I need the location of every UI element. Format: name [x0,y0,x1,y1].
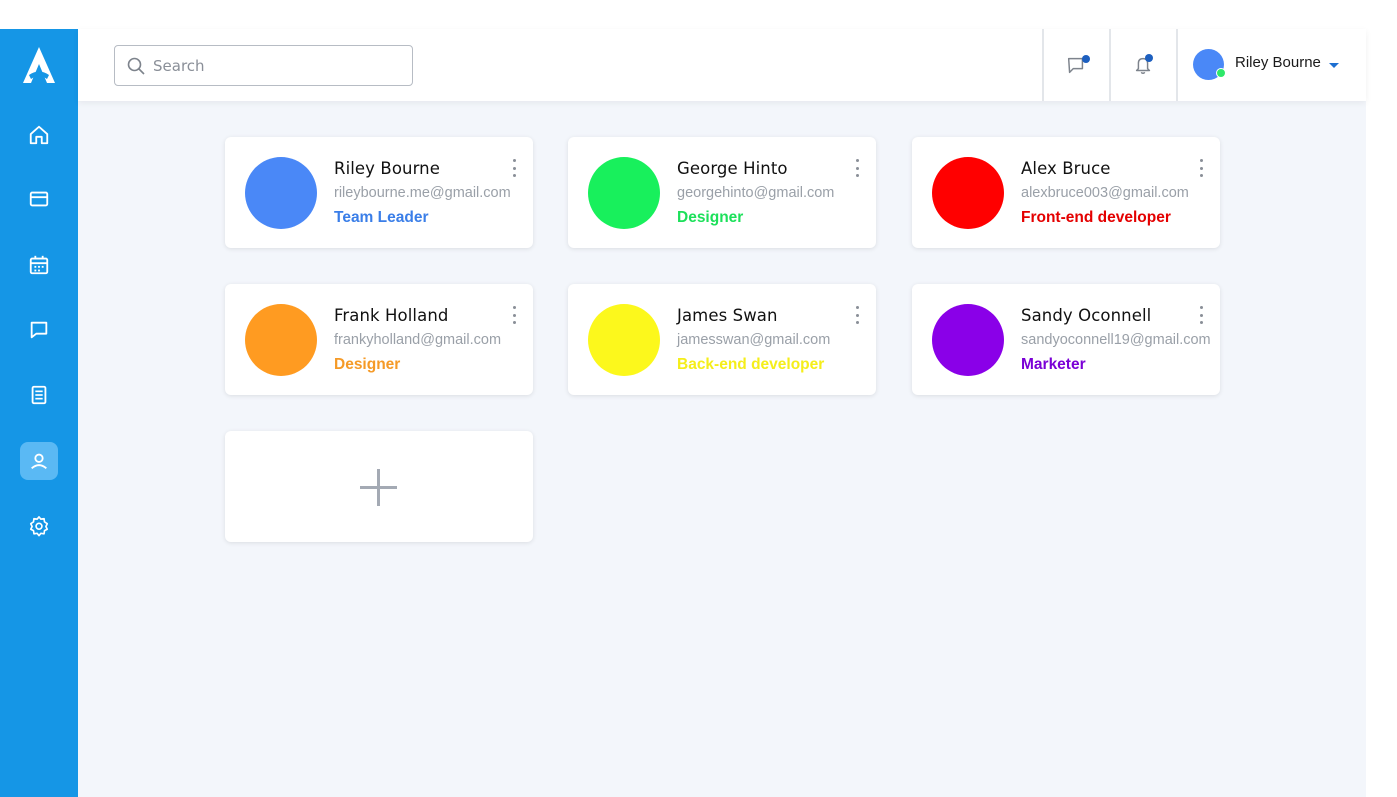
online-status-dot [1216,68,1226,78]
sidebar-item-documents[interactable] [20,376,58,414]
member-email: georgehinto@gmail.com [677,185,835,201]
member-avatar [932,304,1004,376]
member-avatar [245,157,317,229]
member-role: Marketer [1021,356,1086,373]
team-card[interactable]: James Swan jamesswan@gmail.com Back-end … [568,284,876,395]
member-name: Sandy Oconnell [1021,306,1152,325]
member-role: Back-end developer [677,356,825,373]
member-role: Front-end developer [1021,209,1171,226]
top-bar: Riley Bourne [78,29,1366,101]
messages-button[interactable] [1042,29,1108,101]
sidebar-item-billing[interactable] [20,180,58,218]
document-icon [31,385,47,405]
user-name: Riley Bourne [1235,54,1321,71]
more-options-icon[interactable] [1194,304,1208,326]
app-logo[interactable] [21,46,57,84]
notification-dot [1145,54,1153,62]
add-member-button[interactable] [225,431,533,542]
chevron-down-icon [1329,63,1339,68]
member-email: frankyholland@gmail.com [334,332,502,348]
sidebar-item-calendar[interactable] [20,246,58,284]
member-name: James Swan [677,306,778,325]
member-role: Team Leader [334,209,429,226]
credit-card-icon [29,191,49,207]
calendar-icon [29,255,49,275]
member-email: sandyoconnell19@gmail.com [1021,332,1211,348]
sidebar [0,29,78,797]
more-options-icon[interactable] [850,304,864,326]
member-avatar [245,304,317,376]
search-input[interactable] [153,46,403,85]
settings-icon [29,516,49,537]
member-avatar [588,157,660,229]
team-card[interactable]: George Hinto georgehinto@gmail.com Desig… [568,137,876,248]
team-card[interactable]: Riley Bourne rileybourne.me@gmail.com Te… [225,137,533,248]
sidebar-item-settings[interactable] [20,507,58,545]
member-email: alexbruce003@gmail.com [1021,185,1189,201]
more-options-icon[interactable] [507,157,521,179]
notifications-button[interactable] [1109,29,1175,101]
member-name: George Hinto [677,159,788,178]
member-role: Designer [677,209,744,226]
sidebar-item-home[interactable] [20,116,58,154]
team-card[interactable]: Sandy Oconnell sandyoconnell19@gmail.com… [912,284,1220,395]
app-window: Riley Bourne Riley Bourne rileybourne.me… [0,29,1366,797]
main-content: Riley Bourne Riley Bourne rileybourne.me… [78,29,1366,797]
member-avatar [932,157,1004,229]
team-card[interactable]: Alex Bruce alexbruce003@gmail.com Front-… [912,137,1220,248]
member-name: Riley Bourne [334,159,440,178]
more-options-icon[interactable] [507,304,521,326]
sidebar-item-team[interactable] [20,442,58,480]
chat-icon [30,321,48,339]
member-name: Frank Holland [334,306,449,325]
search-box [114,45,413,86]
unread-dot [1082,55,1090,63]
plus-icon [360,469,397,506]
more-options-icon[interactable] [1194,157,1208,179]
member-avatar [588,304,660,376]
team-card[interactable]: Frank Holland frankyholland@gmail.com De… [225,284,533,395]
member-email: jamesswan@gmail.com [677,332,831,348]
search-icon [127,57,145,75]
user-menu[interactable]: Riley Bourne [1176,29,1366,101]
sidebar-item-messages[interactable] [20,311,58,349]
home-icon [29,125,49,145]
member-role: Designer [334,356,401,373]
more-options-icon[interactable] [850,157,864,179]
member-email: rileybourne.me@gmail.com [334,185,511,201]
member-name: Alex Bruce [1021,159,1111,178]
user-icon [31,453,47,470]
